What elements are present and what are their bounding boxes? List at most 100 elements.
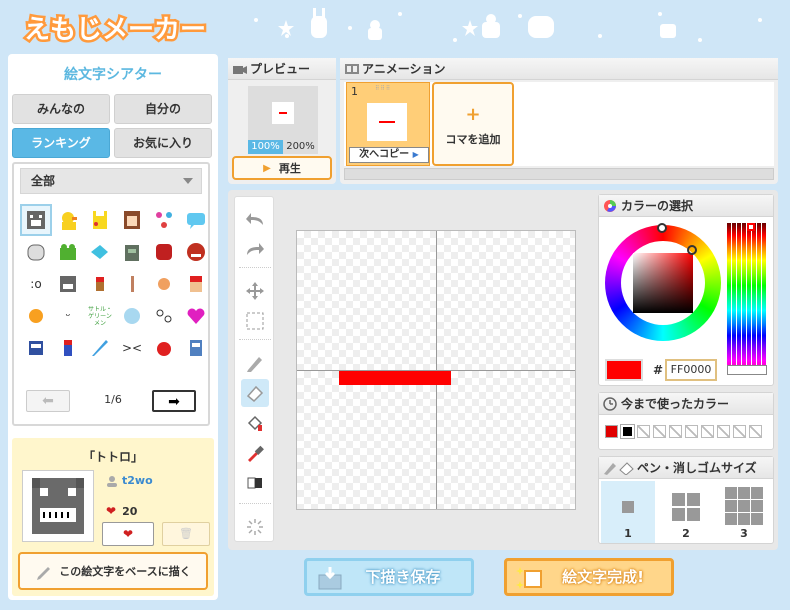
recent-color-empty xyxy=(685,425,698,438)
emoji-item[interactable] xyxy=(20,236,52,268)
totoro-icon xyxy=(27,211,45,229)
emoji-item[interactable] xyxy=(148,332,180,364)
smile-icon: ᵕ xyxy=(65,309,71,323)
emoji-item[interactable] xyxy=(180,236,212,268)
emoji-item[interactable]: ᵕ xyxy=(52,300,84,332)
eyedropper-tool[interactable] xyxy=(241,439,269,467)
frame-scrollbar[interactable] xyxy=(344,168,774,180)
emoji-item[interactable] xyxy=(148,236,180,268)
emoji-item[interactable] xyxy=(84,204,116,236)
emoji-item[interactable] xyxy=(180,300,212,332)
color-picker-card: カラーの選択 # FF0000 xyxy=(598,194,774,386)
move-icon xyxy=(246,282,264,300)
ghost-icon xyxy=(27,244,45,261)
emoji-item[interactable] xyxy=(180,332,212,364)
add-frame-button[interactable]: + コマを追加 xyxy=(432,82,514,166)
tab-everyone[interactable]: みんなの xyxy=(12,94,110,124)
copy-next-button[interactable]: 次へコピー ▶ xyxy=(349,147,429,163)
recent-color-swatch[interactable] xyxy=(620,424,635,439)
likes-row: ❤ 20 xyxy=(106,504,137,518)
shock-face-icon: >< xyxy=(121,341,143,355)
copy-page-tool[interactable] xyxy=(241,469,269,497)
like-button[interactable]: ❤ xyxy=(102,522,154,546)
train-icon xyxy=(29,341,43,355)
complete-emoji-button[interactable]: 絵文字完成! xyxy=(504,558,674,596)
emoji-item[interactable] xyxy=(52,204,84,236)
frog-icon xyxy=(60,244,76,260)
pen-size-2[interactable]: 2 xyxy=(659,481,713,543)
pen-eraser-icon xyxy=(604,462,634,475)
emoji-item[interactable]: サトル・ ゲリーン メン xyxy=(84,300,116,332)
pen-size-1[interactable]: 1 xyxy=(601,481,655,543)
recent-color-empty xyxy=(637,425,650,438)
play-button[interactable]: ▶ 再生 xyxy=(232,156,332,180)
emoji-item[interactable] xyxy=(148,204,180,236)
animation-panel: アニメーション 1 ⠿⠿⠿ 次へコピー ▶ + コマを追加 xyxy=(340,58,778,184)
pen-size-card: ペン・消しゴムサイズ 1 2 3 xyxy=(598,456,774,544)
emoji-item[interactable] xyxy=(20,332,52,364)
frame-thumbnail xyxy=(367,103,407,141)
move-tool[interactable] xyxy=(241,277,269,305)
eyedropper-icon xyxy=(248,445,264,462)
color-palette-grid[interactable] xyxy=(727,223,767,373)
next-page-button[interactable]: ➡ xyxy=(152,390,196,412)
emoji-item[interactable] xyxy=(116,300,148,332)
hue-handle[interactable] xyxy=(657,223,667,233)
emoji-item[interactable] xyxy=(52,236,84,268)
tab-favorites[interactable]: お気に入り xyxy=(114,128,212,158)
save-draft-button[interactable]: 下描き保存 xyxy=(304,558,474,596)
palette-white[interactable] xyxy=(727,365,767,375)
zoom-100-button[interactable]: 100% xyxy=(248,140,283,154)
delete-button[interactable]: 🗑 xyxy=(162,522,210,546)
undo-button[interactable] xyxy=(241,205,269,233)
author-link[interactable]: t2wo xyxy=(122,474,153,487)
emoji-item[interactable] xyxy=(148,300,180,332)
prev-page-button[interactable]: ⬅ xyxy=(26,390,70,412)
pen-size-3[interactable]: 3 xyxy=(717,481,771,543)
shade-handle[interactable] xyxy=(687,245,697,255)
fill-tool[interactable] xyxy=(241,409,269,437)
tab-mine[interactable]: 自分の xyxy=(114,94,212,124)
emoji-item[interactable] xyxy=(116,236,148,268)
emoji-item[interactable] xyxy=(52,268,84,300)
emoji-item[interactable] xyxy=(84,332,116,364)
drawing-canvas[interactable] xyxy=(296,230,576,510)
face-icon: :o xyxy=(30,277,42,291)
draw-based-on-this-button[interactable]: この絵文字をベースに描く xyxy=(18,552,208,590)
clear-tool[interactable] xyxy=(241,513,269,541)
pencil-tool[interactable] xyxy=(241,349,269,377)
redo-button[interactable] xyxy=(241,235,269,263)
saturation-square[interactable] xyxy=(633,253,693,313)
zoom-200-button[interactable]: 200% xyxy=(283,140,318,154)
hue-ring[interactable] xyxy=(605,223,721,341)
emoji-item[interactable] xyxy=(20,204,52,236)
emoji-item[interactable] xyxy=(116,268,148,300)
box-download-icon xyxy=(318,567,342,590)
copy-next-label: 次へコピー xyxy=(359,149,410,160)
emoji-item[interactable] xyxy=(84,236,116,268)
redo-icon xyxy=(247,243,264,255)
recent-color-empty xyxy=(653,425,666,438)
blue-creature-icon xyxy=(124,308,140,324)
emoji-item[interactable] xyxy=(116,204,148,236)
logo-text: えもじメーカー xyxy=(24,15,206,45)
emoji-item[interactable]: :o xyxy=(20,268,52,300)
emoji-item[interactable] xyxy=(20,300,52,332)
select-tool[interactable] xyxy=(241,307,269,335)
recent-color-swatch[interactable] xyxy=(605,425,618,438)
hex-input[interactable]: FF0000 xyxy=(665,359,717,381)
category-select[interactable]: 全部 xyxy=(20,168,202,194)
speech-bubble-icon xyxy=(187,213,205,229)
app-logo[interactable]: えもじメーカー xyxy=(20,6,220,50)
emoji-item[interactable]: >< xyxy=(116,332,148,364)
tab-ranking[interactable]: ランキング xyxy=(12,128,110,158)
emoji-item[interactable] xyxy=(148,268,180,300)
emoji-item[interactable] xyxy=(52,332,84,364)
frame-1[interactable]: 1 ⠿⠿⠿ 次へコピー ▶ xyxy=(346,82,430,166)
emoji-thumbnail xyxy=(22,470,94,542)
emoji-item[interactable] xyxy=(84,268,116,300)
recent-color-empty xyxy=(717,425,730,438)
emoji-item[interactable] xyxy=(180,204,212,236)
eraser-tool[interactable] xyxy=(241,379,269,407)
emoji-item[interactable] xyxy=(180,268,212,300)
